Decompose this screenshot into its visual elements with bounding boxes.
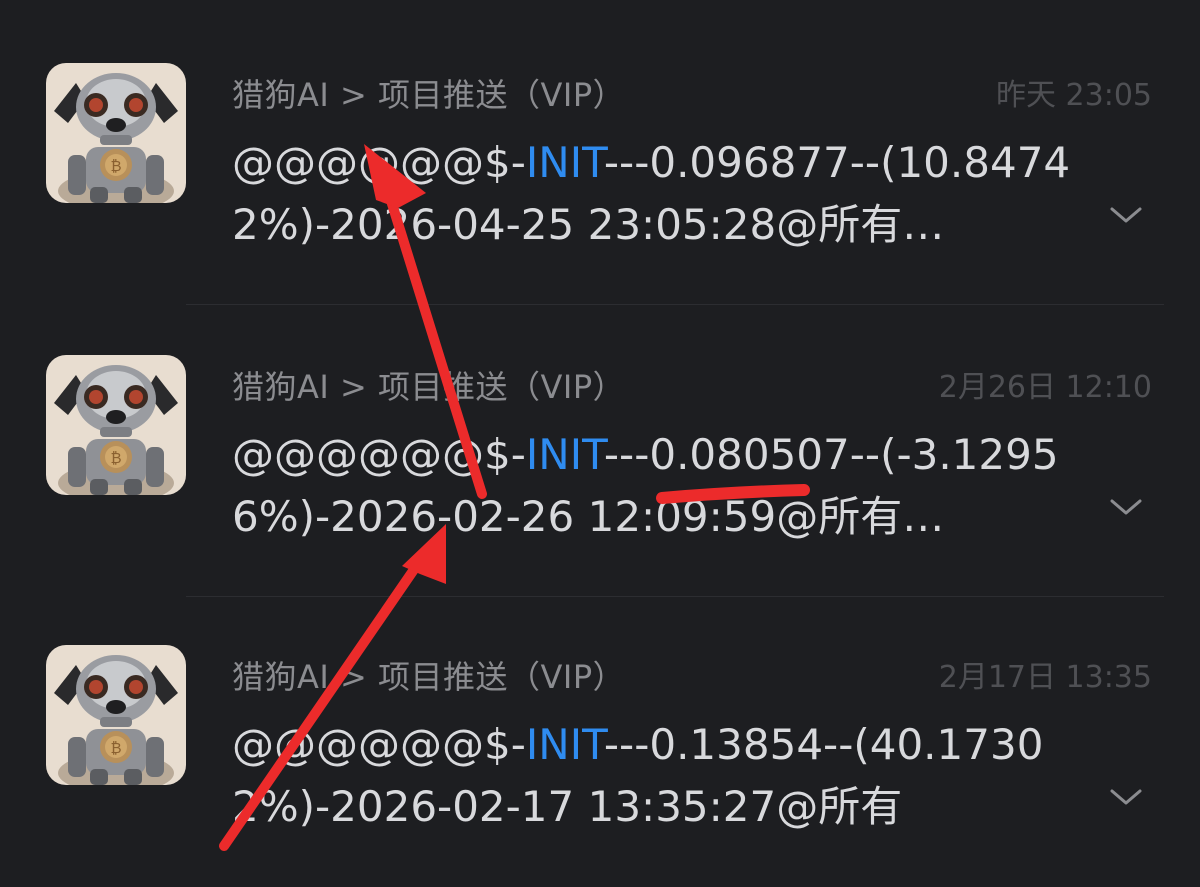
message-preview: @@@@@@$-INIT---0.096877--(10.84742%)-202…	[232, 132, 1092, 256]
avatar[interactable]: ₿	[46, 355, 186, 495]
svg-text:₿: ₿	[110, 157, 121, 175]
message-time: 2月17日 13:35	[938, 660, 1152, 695]
message-prefix: @@@@@@$-	[232, 430, 526, 479]
message-prefix: @@@@@@$-	[232, 720, 526, 769]
avatar[interactable]: ₿	[46, 645, 186, 785]
chevron-down-icon[interactable]	[1108, 495, 1144, 519]
message-prefix: @@@@@@$-	[232, 138, 526, 187]
message-preview: @@@@@@$-INIT---0.080507--(-3.12956%)-202…	[232, 424, 1092, 548]
chevron-down-icon[interactable]	[1108, 785, 1144, 809]
message-item[interactable]: ₿ 猎狗AI > 项目推送（VIP） 2月26日 12:10 @@@@@@$-I…	[0, 292, 1200, 582]
robot-dog-avatar-icon: ₿	[46, 63, 186, 203]
chevron-down-icon[interactable]	[1108, 203, 1144, 227]
avatar[interactable]: ₿	[46, 63, 186, 203]
svg-text:₿: ₿	[110, 739, 121, 757]
robot-dog-avatar-icon: ₿	[46, 645, 186, 785]
coin-ticker-link[interactable]: INIT	[526, 138, 604, 187]
message-time: 2月26日 12:10	[938, 370, 1152, 405]
message-list: ₿ 猎狗AI > 项目推送（VIP） 昨天 23:05 @@@@@@$-INIT…	[0, 0, 1200, 887]
coin-ticker-link[interactable]: INIT	[526, 720, 604, 769]
message-preview: @@@@@@$-INIT---0.13854--(40.17302%)-2026…	[232, 714, 1092, 838]
message-time: 昨天 23:05	[996, 78, 1152, 113]
robot-dog-avatar-icon: ₿	[46, 355, 186, 495]
message-item[interactable]: ₿ 猎狗AI > 项目推送（VIP） 2月17日 13:35 @@@@@@$-I…	[0, 582, 1200, 872]
sender-name: 猎狗AI > 项目推送（VIP）	[232, 76, 626, 114]
sender-name: 猎狗AI > 项目推送（VIP）	[232, 658, 626, 696]
coin-ticker-link[interactable]: INIT	[526, 430, 604, 479]
svg-text:₿: ₿	[110, 449, 121, 467]
sender-name: 猎狗AI > 项目推送（VIP）	[232, 368, 626, 406]
message-item[interactable]: ₿ 猎狗AI > 项目推送（VIP） 昨天 23:05 @@@@@@$-INIT…	[0, 0, 1200, 290]
